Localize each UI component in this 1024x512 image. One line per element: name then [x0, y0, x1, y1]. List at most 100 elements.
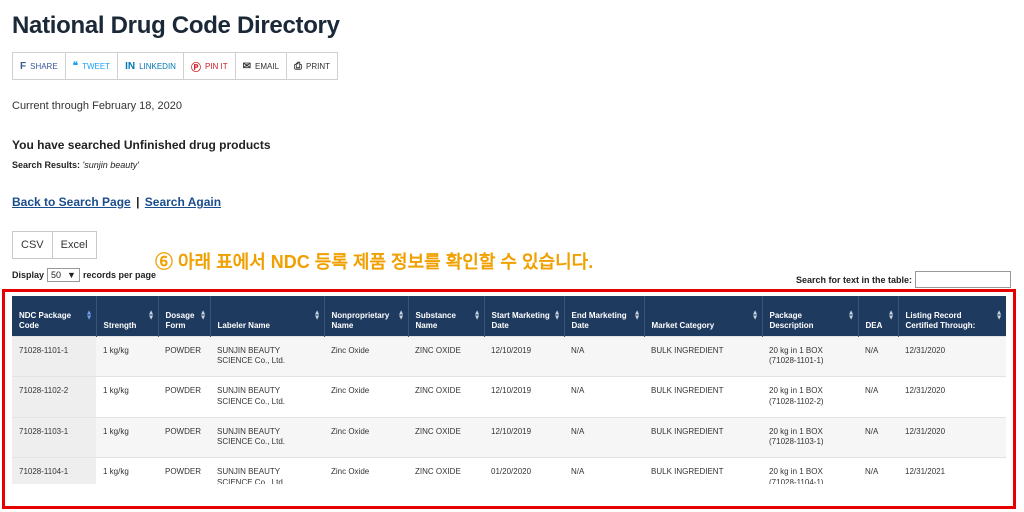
facebook-icon: f: [20, 60, 27, 72]
results-table-container[interactable]: NDC Package Code ▲ ▼ Strength ▲ ▼ Dosage Form ▲…: [12, 296, 1006, 484]
column-header[interactable]: End Marketing Date ▲ ▼: [564, 296, 645, 336]
excel-button[interactable]: Excel: [52, 231, 97, 259]
column-header[interactable]: Package Description ▲ ▼: [762, 296, 859, 336]
table-cell: N/A: [858, 335, 898, 377]
table-cell: 12/10/2019: [484, 376, 564, 418]
table-cell: SUNJIN BEAUTY SCIENCE Co., Ltd.: [210, 457, 324, 484]
current-through-text: Current through February 18, 2020: [12, 100, 182, 112]
column-header[interactable]: Market Category ▲ ▼: [644, 296, 763, 336]
search-results: Search Results: 'sunjin beauty': [12, 160, 139, 170]
table-cell: N/A: [858, 376, 898, 418]
table-cell: N/A: [564, 457, 644, 484]
column-header-label: Dosage Form: [165, 310, 195, 330]
table-body: 71028-1101-1 1 kg/kg POWDER SUNJIN BEAUTY S…: [12, 335, 1006, 484]
records-per-page-select[interactable]: 50 ▼: [47, 268, 80, 282]
annotation-text: ⑥ 아래 표에서 NDC 등록 제품 정보를 확인할 수 있습니다.: [155, 252, 594, 272]
table-cell: 20 kg in 1 BOX (71028-1104-1): [762, 457, 858, 484]
table-cell: BULK INGREDIENT: [644, 416, 762, 458]
column-header[interactable]: Strength ▲ ▼: [96, 296, 159, 336]
table-search: Search for text in the table:: [796, 271, 1012, 288]
table-cell: BULK INGREDIENT: [644, 376, 762, 418]
table-cell: 71028-1104-1: [12, 457, 96, 484]
csv-button[interactable]: CSV: [12, 231, 53, 259]
column-header-label: Strength: [103, 320, 137, 330]
display-label: Display: [12, 270, 45, 280]
table-cell: 1 kg/kg: [96, 457, 158, 484]
table-cell: POWDER: [158, 376, 210, 418]
share-tweet-button[interactable]: ❝ TWEET: [66, 53, 119, 79]
share-label: PIN IT: [204, 61, 228, 71]
table-cell: ZINC OXIDE: [408, 416, 484, 458]
column-header-label: Market Category: [651, 320, 715, 330]
share-label: SHARE: [30, 61, 58, 71]
table-cell: Zinc Oxide: [324, 335, 408, 377]
share-share-button[interactable]: f SHARE: [13, 53, 66, 79]
table-cell: N/A: [564, 416, 644, 458]
table-cell: ZINC OXIDE: [408, 335, 484, 377]
table-cell: 12/31/2021: [898, 457, 1006, 484]
chevron-down-icon: ▼: [67, 270, 76, 280]
table-cell: 12/31/2020: [898, 416, 1006, 458]
table-cell: POWDER: [158, 416, 210, 458]
table-row: 71028-1102-2 1 kg/kg POWDER SUNJIN BEAUTY S…: [12, 376, 1006, 418]
records-per-page-value: 50: [51, 270, 62, 280]
column-header-label: Package Description: [769, 310, 814, 330]
table-cell: 12/10/2019: [484, 335, 564, 377]
table-cell: 71028-1101-1: [12, 335, 96, 377]
table-cell: BULK INGREDIENT: [644, 335, 762, 377]
column-header-label: Labeler Name: [217, 320, 270, 330]
sort-icon: ▲ ▼: [397, 309, 405, 322]
table-cell: BULK INGREDIENT: [644, 457, 762, 484]
sort-icon: ▲ ▼: [751, 309, 759, 322]
column-header[interactable]: Substance Name ▲ ▼: [408, 296, 485, 336]
table-cell: POWDER: [158, 457, 210, 484]
searched-heading: You have searched Unfinished drug produc…: [12, 138, 271, 152]
column-header[interactable]: DEA ▲ ▼: [858, 296, 899, 336]
share-pin-it-button[interactable]: Ⓟ PIN IT: [184, 53, 236, 79]
sort-icon: ▲ ▼: [199, 309, 207, 322]
table-cell: Zinc Oxide: [324, 416, 408, 458]
sort-icon: ▲ ▼: [85, 309, 93, 322]
table-cell: 20 kg in 1 BOX (71028-1101-1): [762, 335, 858, 377]
share-label: PRINT: [306, 61, 331, 71]
column-header[interactable]: Start Marketing Date ▲ ▼: [484, 296, 565, 336]
nav-links: Back to Search Page | Search Again: [12, 195, 221, 209]
sort-icon: ▲ ▼: [473, 309, 481, 322]
table-cell: N/A: [858, 416, 898, 458]
column-header[interactable]: Nonproprietary Name ▲ ▼: [324, 296, 409, 336]
share-label: LINKEDIN: [139, 61, 176, 71]
linkedin-icon: in: [125, 60, 136, 72]
sort-icon: ▲ ▼: [887, 309, 895, 322]
share-linkedin-button[interactable]: in LINKEDIN: [118, 53, 184, 79]
twitter-icon: ❝: [72, 60, 79, 72]
table-cell: 1 kg/kg: [96, 335, 158, 377]
column-header[interactable]: Listing Record Certified Through: ▲ ▼: [898, 296, 1006, 336]
table-row: 71028-1103-1 1 kg/kg POWDER SUNJIN BEAUTY S…: [12, 416, 1006, 458]
share-bar: f SHARE ❝ TWEET in LINKEDIN Ⓟ PIN IT ✉ EMAIL ⎙ PRIN…: [12, 52, 339, 80]
sort-icon: ▲ ▼: [147, 309, 155, 322]
column-header[interactable]: Labeler Name ▲ ▼: [210, 296, 325, 336]
table-row: 71028-1104-1 1 kg/kg POWDER SUNJIN BEAUTY S…: [12, 457, 1006, 484]
table-cell: 12/31/2020: [898, 335, 1006, 377]
back-to-search-link[interactable]: Back to Search Page: [12, 195, 131, 209]
column-header[interactable]: NDC Package Code ▲ ▼: [12, 296, 97, 336]
table-cell: Zinc Oxide: [324, 457, 408, 484]
column-header-label: Listing Record Certified Through:: [905, 310, 976, 330]
table-header-row: NDC Package Code ▲ ▼ Strength ▲ ▼ Dosage Form ▲…: [12, 296, 1006, 336]
column-header[interactable]: Dosage Form ▲ ▼: [158, 296, 211, 336]
table-cell: ZINC OXIDE: [408, 457, 484, 484]
share-email-button[interactable]: ✉ EMAIL: [236, 53, 288, 79]
email-icon: ✉: [242, 60, 252, 72]
sort-icon: ▲ ▼: [995, 309, 1003, 322]
column-header-label: NDC Package Code: [19, 310, 72, 330]
share-label: EMAIL: [255, 61, 280, 71]
share-print-button[interactable]: ⎙ PRINT: [287, 53, 337, 79]
table-cell: Zinc Oxide: [324, 376, 408, 418]
search-again-link[interactable]: Search Again: [145, 195, 221, 209]
share-label: TWEET: [82, 61, 111, 71]
pinterest-icon: Ⓟ: [190, 62, 201, 74]
table-cell: POWDER: [158, 335, 210, 377]
table-search-input[interactable]: [915, 271, 1012, 288]
table-cell: N/A: [564, 376, 644, 418]
sort-icon: ▲ ▼: [633, 309, 641, 322]
